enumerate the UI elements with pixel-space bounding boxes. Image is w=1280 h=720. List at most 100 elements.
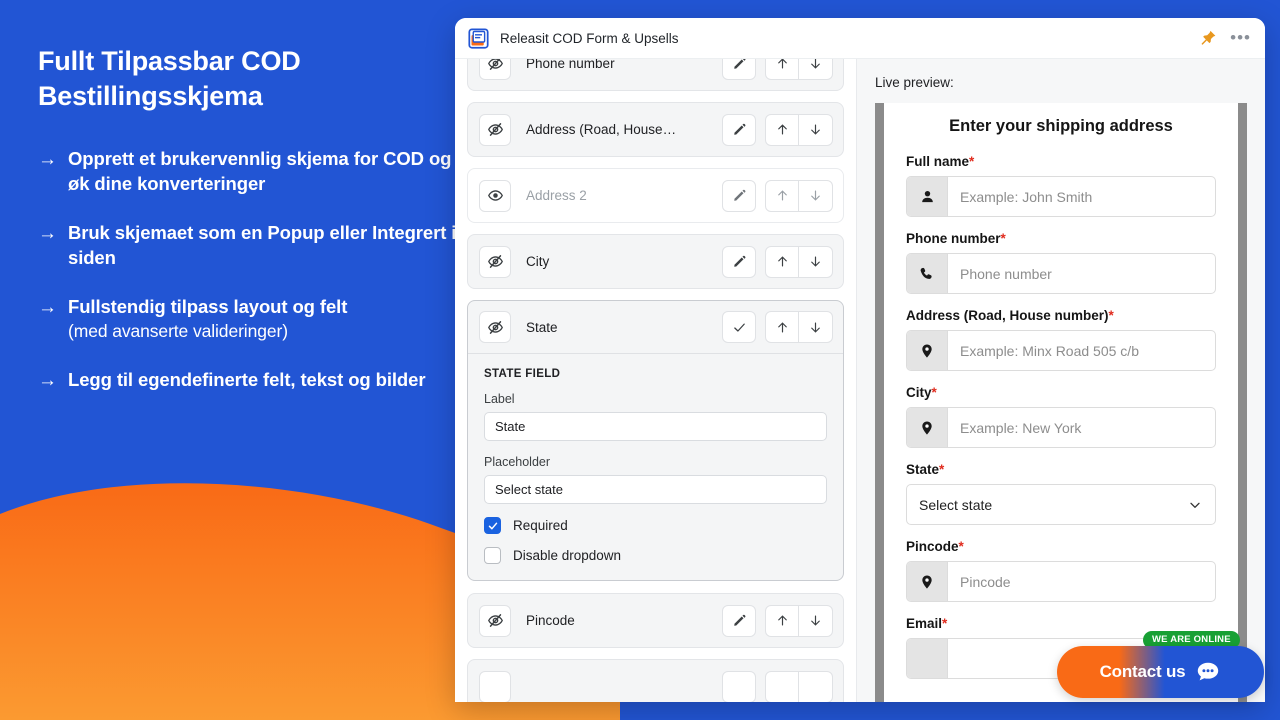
contact-us-button[interactable]: Contact us	[1057, 646, 1264, 698]
eye-icon[interactable]	[479, 179, 511, 212]
field-card-state[interactable]: State STATE FIELD Label State Placeholde…	[467, 300, 844, 581]
field-card-next-partial[interactable]	[467, 659, 844, 702]
label-text: Full name	[906, 154, 970, 169]
field-move-group	[765, 670, 833, 702]
move-field-up-button[interactable]	[765, 179, 799, 212]
confirm-field-button[interactable]	[722, 311, 756, 343]
form-fields-list[interactable]: Phone number Address (Road, House… Addre…	[467, 59, 844, 702]
field-row	[468, 660, 843, 702]
move-field-down-button[interactable]	[799, 604, 833, 637]
state-field-settings: STATE FIELD Label Placeholder	[468, 354, 843, 580]
required-checkbox-row[interactable]: Required	[484, 517, 827, 534]
field-label: Phone number	[526, 59, 615, 71]
preview-input-full-name[interactable]: Example: John Smith	[906, 176, 1216, 217]
required-label: Required	[513, 518, 568, 533]
check-icon	[733, 323, 745, 332]
field-move-group	[765, 245, 833, 278]
edit-field-button[interactable]	[722, 245, 756, 278]
edit-field-button[interactable]	[722, 604, 756, 637]
move-field-up-button[interactable]	[765, 59, 799, 80]
edit-field-button[interactable]	[722, 670, 756, 702]
eye-slash-icon[interactable]	[479, 311, 511, 343]
move-field-up-button[interactable]	[765, 670, 799, 702]
field-card-address-2[interactable]: Address 2	[467, 168, 844, 223]
arrow-up-icon	[777, 322, 787, 332]
edit-field-button[interactable]	[722, 179, 756, 212]
preview-placeholder: Example: Minx Road 505 c/b	[960, 342, 1139, 359]
preview-field-label-full-name: Full name*	[906, 154, 1216, 169]
phone-glyph	[920, 267, 932, 279]
field-move-group	[765, 59, 833, 80]
field-card-address[interactable]: Address (Road, House…	[467, 102, 844, 157]
disable-dropdown-checkbox[interactable]	[484, 547, 501, 564]
pencil-icon	[733, 59, 745, 69]
field-label: City	[526, 254, 550, 269]
promo-bullet: → Opprett et brukervennlig skjema for CO…	[38, 147, 458, 197]
promo-bullet-sub: (med avanserte valideringer)	[68, 320, 288, 341]
arrow-down-icon	[811, 615, 820, 626]
eye-glyph	[487, 190, 503, 201]
move-field-up-button[interactable]	[765, 604, 799, 637]
preview-field-label-phone-number: Phone number*	[906, 231, 1216, 246]
required-marker: *	[931, 385, 937, 400]
required-marker: *	[969, 154, 975, 169]
arrow-right-icon: →	[38, 223, 57, 245]
edit-field-button[interactable]	[722, 59, 756, 80]
releasit-app-icon	[468, 27, 489, 49]
edit-field-button[interactable]	[722, 113, 756, 146]
field-label: Address 2	[526, 188, 587, 203]
live-preview-heading: Live preview:	[875, 75, 954, 90]
move-field-down-button[interactable]	[799, 113, 833, 146]
window-menu-button[interactable]: •••	[1230, 29, 1251, 46]
move-field-up-button[interactable]	[765, 113, 799, 146]
location-pin-icon	[907, 408, 948, 447]
field-row: Pincode	[468, 594, 843, 647]
location-pin-glyph	[922, 574, 932, 589]
eye-slash-glyph	[487, 320, 503, 334]
preview-input-city[interactable]: Example: New York	[906, 407, 1216, 448]
preview-select-value: Select state	[919, 496, 993, 513]
field-card-city[interactable]: City	[467, 234, 844, 289]
required-marker: *	[1000, 231, 1006, 246]
eye-slash-icon[interactable]	[479, 670, 511, 702]
eye-slash-icon[interactable]	[479, 245, 511, 278]
field-move-group	[765, 113, 833, 146]
label-input[interactable]	[484, 412, 827, 441]
move-field-down-button[interactable]	[799, 59, 833, 80]
eye-slash-icon[interactable]	[479, 113, 511, 146]
arrow-right-icon: →	[38, 149, 57, 171]
preview-input-address[interactable]: Example: Minx Road 505 c/b	[906, 330, 1216, 371]
eye-slash-icon[interactable]	[479, 59, 511, 80]
required-marker: *	[942, 616, 948, 631]
disable-dropdown-checkbox-row[interactable]: Disable dropdown	[484, 547, 827, 564]
eye-slash-icon[interactable]	[479, 604, 511, 637]
preview-placeholder: Pincode	[960, 573, 1011, 590]
location-pin-glyph	[922, 420, 932, 435]
move-field-up-button[interactable]	[765, 311, 799, 343]
preview-input-phone-number[interactable]: Phone number	[906, 253, 1216, 294]
move-field-down-button[interactable]	[799, 179, 833, 212]
arrow-down-icon	[811, 124, 820, 135]
label-text: Address (Road, House number)	[906, 308, 1109, 323]
move-field-down-button[interactable]	[799, 311, 833, 343]
field-card-pincode[interactable]: Pincode	[467, 593, 844, 648]
move-field-down-button[interactable]	[799, 245, 833, 278]
location-pin-icon	[907, 562, 948, 601]
pushpin-icon[interactable]	[1200, 29, 1218, 47]
placeholder-field-caption: Placeholder	[484, 455, 551, 469]
preview-select-state[interactable]: Select state	[906, 484, 1216, 525]
email-icon	[907, 639, 948, 678]
move-field-down-button[interactable]	[799, 670, 833, 702]
preview-form-title: Enter your shipping address	[949, 117, 1173, 135]
contact-widget[interactable]: WE ARE ONLINE Contact us	[1057, 631, 1264, 698]
pencil-icon	[733, 123, 745, 135]
preview-input-pincode[interactable]: Pincode	[906, 561, 1216, 602]
preview-placeholder: Example: John Smith	[960, 188, 1093, 205]
move-field-up-button[interactable]	[765, 245, 799, 278]
field-card-phone-number[interactable]: Phone number	[467, 59, 844, 91]
required-checkbox[interactable]	[484, 517, 501, 534]
preview-field-label-email: Email*	[906, 616, 1216, 631]
required-marker: *	[939, 462, 945, 477]
label-text: City	[906, 385, 932, 400]
placeholder-input[interactable]	[484, 475, 827, 504]
